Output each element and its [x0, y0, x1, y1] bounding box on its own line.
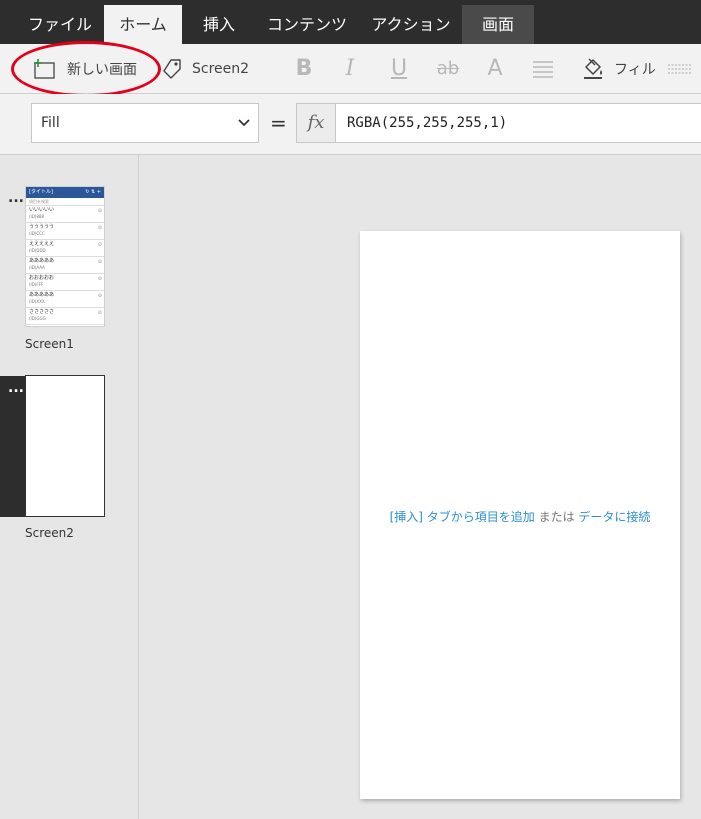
- preview-title: [タイトル]: [29, 189, 53, 195]
- property-value: Fill: [41, 115, 60, 131]
- tag-icon: [162, 58, 182, 80]
- font-size-icon[interactable]: A: [484, 56, 506, 82]
- screen2-thumbnail[interactable]: [25, 375, 105, 517]
- tab-file[interactable]: ファイル: [22, 5, 98, 44]
- fill-label: フィル: [614, 61, 656, 78]
- equals-sign: =: [270, 111, 287, 135]
- new-screen-icon: [33, 58, 57, 80]
- list-item: おおおおお (ID)FFF ⊘: [26, 274, 104, 291]
- screen1-thumbnail[interactable]: [タイトル] ↻ ⇅ + 項目を検索 いいいいい (ID)888 ⊘ ううううう (I…: [25, 186, 105, 327]
- fx-icon[interactable]: fx: [296, 103, 336, 143]
- canvas-hint: [挿入] タブから項目を追加 または データに接続: [360, 508, 680, 525]
- ribbon-tab-bar: ファイル ホーム 挿入 コンテンツ アクション 画面: [0, 0, 701, 44]
- formula-input[interactable]: RGBA(255,255,255,1): [335, 103, 701, 143]
- italic-icon[interactable]: I: [340, 56, 360, 82]
- list-item: ううううう (ID)CCC ⊘: [26, 223, 104, 240]
- list-item: いいいいい (ID)888 ⊘: [26, 206, 104, 223]
- screen1-menu-icon[interactable]: ...: [8, 190, 24, 206]
- border-button[interactable]: [668, 44, 692, 93]
- screen-name-field[interactable]: Screen2: [162, 44, 249, 93]
- screen1-label[interactable]: Screen1: [25, 337, 74, 351]
- preview-header: [タイトル] ↻ ⇅ +: [26, 187, 104, 198]
- underline-icon[interactable]: U: [388, 56, 410, 82]
- property-dropdown[interactable]: Fill: [31, 103, 259, 143]
- list-item: あああああ (ID)XXX ⊘: [26, 291, 104, 308]
- tab-home[interactable]: ホーム: [104, 5, 182, 44]
- chevron-down-icon: [238, 104, 250, 158]
- border-style-icon: [668, 62, 692, 76]
- fill-button[interactable]: フィル: [582, 44, 656, 93]
- tab-screen[interactable]: 画面: [462, 5, 534, 44]
- screen2-label[interactable]: Screen2: [25, 526, 74, 540]
- list-item: さささささ (ID)GGG ⊘: [26, 308, 104, 325]
- hint-or-text: または: [538, 510, 575, 524]
- tab-insert[interactable]: 挿入: [188, 5, 250, 44]
- strikethrough-icon[interactable]: ab: [434, 56, 462, 82]
- connect-data-link[interactable]: データに接続: [578, 510, 650, 524]
- preview-header-icons: ↻ ⇅ +: [85, 189, 101, 195]
- bold-icon[interactable]: B: [292, 56, 316, 82]
- paint-bucket-icon: [582, 57, 604, 80]
- screen2-menu-icon[interactable]: ...: [8, 380, 24, 396]
- new-screen-button[interactable]: 新しい画面: [33, 44, 137, 93]
- screen-canvas[interactable]: [挿入] タブから項目を追加 または データに接続: [360, 231, 680, 799]
- align-left-icon: [532, 60, 554, 78]
- selection-indicator: [0, 376, 26, 517]
- list-item: あああああ (ID)AAA ⊘: [26, 257, 104, 274]
- new-screen-label: 新しい画面: [67, 61, 137, 78]
- insert-tab-link[interactable]: [挿入] タブから項目を追加: [390, 510, 535, 524]
- list-item: えええええ (ID)DDD ⊘: [26, 240, 104, 257]
- tab-content[interactable]: コンテンツ: [262, 5, 352, 44]
- screen-name-label: Screen2: [192, 60, 250, 77]
- align-button[interactable]: [532, 44, 554, 93]
- tab-action[interactable]: アクション: [366, 5, 456, 44]
- preview-search: 項目を検索: [26, 198, 104, 206]
- formula-bar: Fill = fx RGBA(255,255,255,1): [0, 94, 701, 155]
- ribbon-home: 新しい画面 Screen2 B I U ab A フィル: [0, 44, 701, 94]
